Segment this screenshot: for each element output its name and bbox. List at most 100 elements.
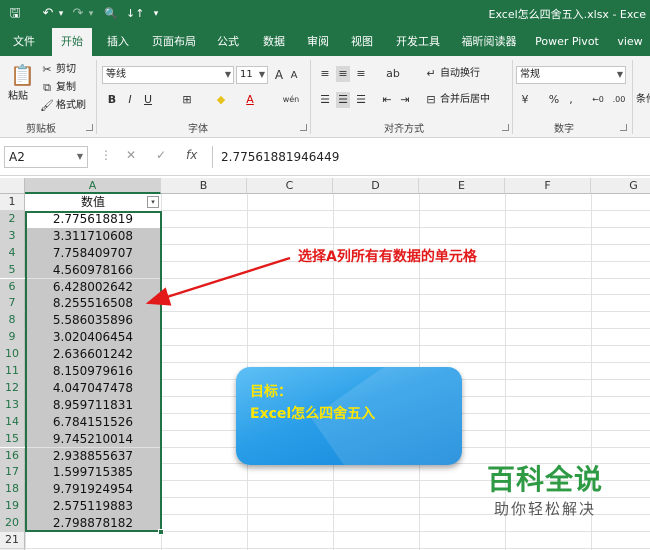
cancel-icon[interactable]: ✕ [126,148,136,162]
column-header-e[interactable]: E [419,178,505,194]
enter-icon[interactable]: ✓ [156,148,166,162]
tab-data[interactable]: 数据 [256,28,292,56]
clipboard-group-label: 剪贴板 [26,124,56,135]
merge-center-button[interactable]: 合并后居中 [440,92,490,108]
row-header[interactable]: 14 [0,413,25,431]
row-header[interactable]: 12 [0,379,25,397]
print-preview-icon[interactable]: 🔍 [102,4,120,24]
tab-page-layout[interactable]: 页面布局 [146,28,202,56]
clipboard-launcher-icon[interactable] [86,124,93,131]
row-header[interactable]: 8 [0,312,25,330]
row-header[interactable]: 19 [0,498,25,516]
paste-icon[interactable]: 📋 [10,62,35,88]
number-launcher-icon[interactable] [620,124,627,131]
watermark-subtitle: 助你轻松解决 [493,500,596,518]
row-header[interactable]: 17 [0,464,25,482]
underline-button[interactable]: U [142,92,154,108]
align-middle-icon[interactable]: ≡ [336,66,350,82]
orientation-icon[interactable]: ab [384,66,402,82]
row-header[interactable]: 3 [0,227,25,245]
row-header[interactable]: 7 [0,295,25,313]
row-header[interactable]: 16 [0,447,25,465]
font-size-select[interactable]: 11 ▼ [236,66,268,84]
conditional-formatting-button[interactable]: 条件 [636,92,650,108]
sort-icon[interactable]: ↓↑ [126,4,144,24]
tab-review[interactable]: 审阅 [300,28,336,56]
align-top-icon[interactable]: ≡ [318,66,332,82]
wrap-text-button[interactable]: 自动换行 [440,66,480,82]
format-painter-button[interactable]: 格式刷 [56,98,86,114]
shrink-font-button[interactable]: A [288,68,300,84]
paste-button[interactable]: 粘贴 [8,89,28,105]
watermark-logo: 百科全说 助你轻松解决 [480,458,610,519]
tab-view[interactable]: 视图 [344,28,380,56]
row-header[interactable]: 9 [0,329,25,347]
column-header-f[interactable]: F [505,178,591,194]
row-header[interactable]: 11 [0,363,25,380]
decrease-decimal-button[interactable]: .00 [610,92,628,108]
column-header-d[interactable]: D [333,178,419,194]
row-header[interactable]: 2 [0,210,25,228]
undo-icon[interactable]: ↶ [40,4,56,24]
tab-foxit-reader[interactable]: 福昕阅读器 [454,28,524,56]
row-header[interactable]: 21 [0,532,25,549]
bold-button[interactable]: B [106,92,118,108]
redo-icon[interactable]: ↷ [70,4,86,24]
column-header-a[interactable]: A [25,178,161,194]
tab-file[interactable]: 文件 [4,28,44,56]
row-header[interactable]: 1 [0,194,25,211]
font-launcher-icon[interactable] [300,124,307,131]
redo-dropdown-icon[interactable]: ▾ [86,4,96,24]
formula-input[interactable]: 2.77561881946449 [212,146,650,168]
tab-power-pivot[interactable]: Power Pivot [532,28,602,56]
increase-decimal-button[interactable]: ←0 [590,92,606,108]
name-box[interactable]: A2 ▼ [4,146,88,168]
column-header-b[interactable]: B [161,178,247,194]
copy-button[interactable]: 复制 [56,80,76,96]
tab-developer[interactable]: 开发工具 [390,28,446,56]
row-header[interactable]: 20 [0,515,25,532]
row-header[interactable]: 5 [0,261,25,279]
column-header-c[interactable]: C [247,178,333,194]
save-icon[interactable]: 🖫 [6,4,24,24]
currency-button[interactable]: ¥ [518,92,532,108]
alignment-launcher-icon[interactable] [502,124,509,131]
font-name-select[interactable]: 等线 ▼ [102,66,234,84]
font-color-button[interactable]: A [244,92,256,108]
number-format-select[interactable]: 常规 ▼ [516,66,626,84]
tab-home[interactable]: 开始 [52,28,92,56]
row-header[interactable]: 6 [0,278,25,296]
select-all-corner[interactable] [0,178,25,194]
grow-font-button[interactable]: A [272,67,286,83]
undo-dropdown-icon[interactable]: ▾ [56,4,66,24]
fill-handle[interactable] [158,529,164,535]
row-header[interactable]: 4 [0,244,25,262]
customize-toolbar-icon[interactable]: ▾ [150,4,162,24]
column-header-g[interactable]: G [591,178,650,194]
align-right-icon[interactable]: ☰ [354,92,368,108]
fill-color-button[interactable]: ◆ [214,92,228,108]
italic-button[interactable]: I [124,92,136,108]
tab-formulas[interactable]: 公式 [210,28,246,56]
row-header[interactable]: 10 [0,346,25,363]
align-bottom-icon[interactable]: ≡ [354,66,368,82]
row-header[interactable]: 15 [0,430,25,448]
row-header[interactable]: 13 [0,396,25,414]
filter-dropdown-button[interactable]: ▾ [147,196,159,208]
cut-button[interactable]: 剪切 [56,62,76,78]
tab-insert[interactable]: 插入 [98,28,138,56]
decrease-indent-icon[interactable]: ⇤ [380,92,394,108]
align-center-icon[interactable]: ☰ [336,92,350,108]
wrap-text-icon: ↵ [426,67,436,80]
align-left-icon[interactable]: ☰ [318,92,332,108]
insert-function-icon[interactable]: fx [186,148,197,162]
border-button[interactable]: ⊞ [180,92,194,108]
row-header[interactable]: 18 [0,481,25,499]
tab-view-extra[interactable]: view [612,28,648,56]
comma-button[interactable]: , [566,92,576,108]
increase-indent-icon[interactable]: ⇥ [398,92,412,108]
cell-a1-header[interactable]: 数值 [25,194,161,211]
merge-center-icon: ⊟ [426,93,436,106]
phonetic-button[interactable]: wén [280,92,302,108]
percent-button[interactable]: % [548,92,560,108]
